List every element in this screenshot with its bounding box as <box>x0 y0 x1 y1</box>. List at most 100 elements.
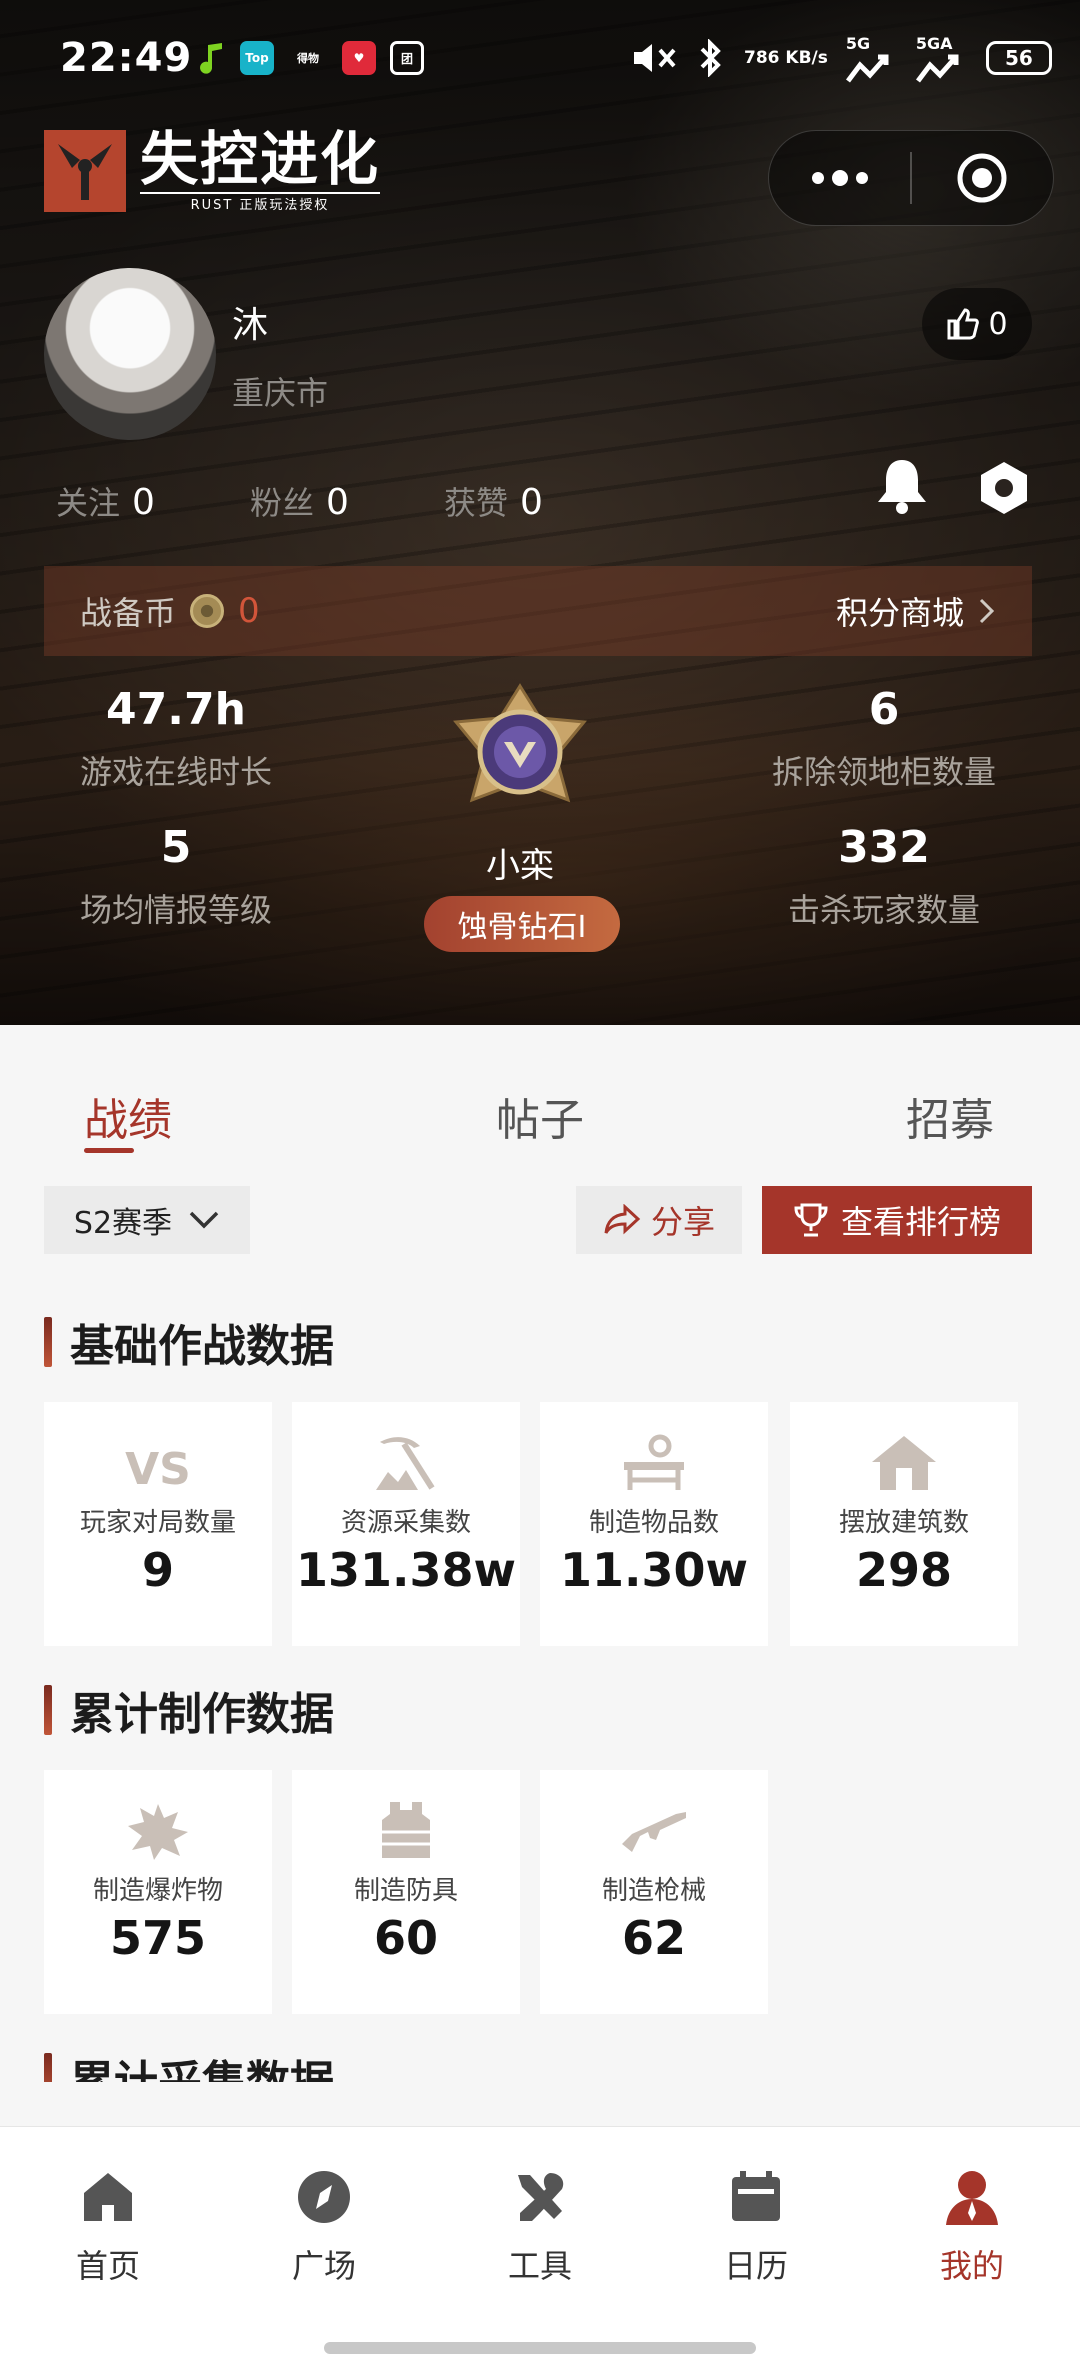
user-name: 沐 <box>232 305 269 346</box>
like-button[interactable]: 0 <box>922 288 1032 360</box>
signal-2: 5GA <box>915 33 968 83</box>
section-craft-title: 累计制作数据 <box>70 1689 334 1740</box>
like-count: 0 <box>988 306 1008 342</box>
praised-stat[interactable]: 获赞 0 <box>444 478 543 524</box>
fans-stat[interactable]: 粉丝 0 <box>250 478 349 524</box>
rank-name: 小栾 <box>486 846 554 886</box>
status-system-icons: 786 KB/s 5G 5GA 56 <box>630 28 1052 88</box>
nav-tools[interactable]: 工具 <box>470 2167 610 2287</box>
meituan-app-icon: 团 <box>390 41 424 75</box>
nav-calendar-label: 日历 <box>723 2247 788 2285</box>
nav-tools-label: 工具 <box>507 2247 572 2285</box>
heart-app-icon: ♥ <box>342 41 376 75</box>
logo-subtitle: RUST 正版玩法授权 <box>140 192 381 213</box>
tab-indicator <box>84 1148 134 1153</box>
points-mall-label: 积分商城 <box>835 594 964 632</box>
target-close-icon <box>957 153 1007 203</box>
more-button[interactable] <box>769 130 910 226</box>
demolish-label: 拆除领地柜数量 <box>771 753 996 791</box>
home-indicator[interactable] <box>324 2342 756 2354</box>
svg-text:VS: VS <box>125 1444 191 1492</box>
signal-1: 5G <box>845 34 898 83</box>
avatar[interactable] <box>44 268 216 440</box>
pickaxe-icon <box>376 1437 435 1490</box>
chevron-down-icon <box>189 1211 219 1229</box>
signal-2-label: 5GA <box>915 33 953 53</box>
demolish-value: 6 <box>868 684 900 735</box>
online-time-stat: 47.7h 游戏在线时长 <box>26 684 326 793</box>
top-app-icon: Top <box>240 41 274 75</box>
leaderboard-button[interactable]: 查看排行榜 <box>762 1186 1032 1254</box>
kills-label: 击杀玩家数量 <box>787 891 980 929</box>
card-label: 制造防具 <box>353 1876 458 1906</box>
stat-card-crafted: 制造物品数 11.30w <box>540 1402 768 1646</box>
trophy-icon <box>794 1203 828 1237</box>
settings-hexagon-icon[interactable] <box>976 460 1032 516</box>
tools-icon <box>518 2173 564 2221</box>
rank-tier-badge: 蚀骨钻石I <box>424 896 620 952</box>
coin-bar: 战备币 0 积分商城 <box>44 566 1032 656</box>
season-label: S2赛季 <box>73 1206 173 1241</box>
season-select[interactable]: S2赛季 <box>44 1186 250 1254</box>
rifle-icon <box>622 1812 686 1852</box>
nav-calendar[interactable]: 日历 <box>686 2167 826 2287</box>
dewu-app-icon: 得物 <box>297 52 319 65</box>
battery-icon: 56 <box>985 41 1052 75</box>
card-label: 玩家对局数量 <box>79 1508 236 1538</box>
house-icon <box>872 1436 936 1490</box>
section-craft: 累计制作数据 <box>44 1678 334 1742</box>
stat-card-buildings: 摆放建筑数 298 <box>790 1402 1018 1646</box>
nav-plaza[interactable]: 广场 <box>254 2167 394 2287</box>
thumb-up-icon <box>947 308 980 340</box>
fans-label: 粉丝 <box>250 484 315 522</box>
stat-card-gathered: 资源采集数 131.38w <box>292 1402 520 1646</box>
nav-mine-label: 我的 <box>939 2247 1004 2285</box>
leaderboard-label: 查看排行榜 <box>840 1203 1001 1241</box>
coin-value: 0 <box>238 591 260 631</box>
praised-label: 获赞 <box>444 484 509 522</box>
follow-stat[interactable]: 关注 0 <box>56 478 155 524</box>
tab-record[interactable]: 战绩 <box>84 1084 172 1148</box>
section-gather-title: 累计采集数据 <box>70 2046 334 2082</box>
card-label: 制造物品数 <box>588 1508 719 1538</box>
tab-recruit[interactable]: 招募 <box>906 1084 994 1148</box>
section-gather: 累计采集数据 <box>44 2046 334 2082</box>
praised-value: 0 <box>520 482 543 523</box>
net-speed: 786 KB/s <box>744 48 828 68</box>
nav-mine[interactable]: 我的 <box>902 2167 1042 2287</box>
signal-icon <box>845 54 889 82</box>
card-label: 资源采集数 <box>340 1508 471 1538</box>
kills-value: 332 <box>838 822 930 873</box>
stat-card-explosives: 制造爆炸物 575 <box>44 1770 272 2014</box>
points-mall-link[interactable]: 积分商城 <box>836 588 996 634</box>
card-value: 575 <box>109 1911 207 1965</box>
mute-icon <box>634 44 676 72</box>
share-button[interactable]: 分享 <box>576 1186 742 1254</box>
section-gather-clip: 累计采集数据 <box>0 2040 1080 2082</box>
share-arrow-icon <box>604 1204 641 1235</box>
kills-stat: 332 击杀玩家数量 <box>734 822 1034 931</box>
nav-home[interactable]: 首页 <box>38 2167 178 2287</box>
nav-home-label: 首页 <box>75 2247 140 2285</box>
bottom-nav: 首页 广场 工具 日历 我的 <box>0 2126 1080 2376</box>
logo-mark-icon <box>44 129 126 212</box>
bluetooth-icon <box>700 39 721 77</box>
close-miniprogram-button[interactable] <box>912 130 1053 226</box>
card-label: 制造枪械 <box>601 1876 706 1906</box>
home-icon <box>84 2173 132 2221</box>
fans-value: 0 <box>326 482 349 523</box>
profile-icon <box>946 2171 998 2225</box>
card-value: 298 <box>855 1543 953 1597</box>
intel-stat: 5 场均情报等级 <box>26 822 326 931</box>
logo-title: 失控进化 <box>140 125 381 193</box>
stat-card-armor: 制造防具 60 <box>292 1770 520 2014</box>
miniprogram-capsule <box>768 130 1054 226</box>
bell-icon[interactable] <box>874 456 930 516</box>
card-value: 60 <box>373 1911 438 1965</box>
workbench-icon <box>624 1434 684 1490</box>
online-time-value: 47.7h <box>106 684 246 735</box>
tab-posts[interactable]: 帖子 <box>496 1084 584 1148</box>
signal-icon <box>915 54 959 82</box>
explosive-icon <box>128 1804 188 1860</box>
section-basic-combat: 基础作战数据 <box>44 1310 334 1374</box>
